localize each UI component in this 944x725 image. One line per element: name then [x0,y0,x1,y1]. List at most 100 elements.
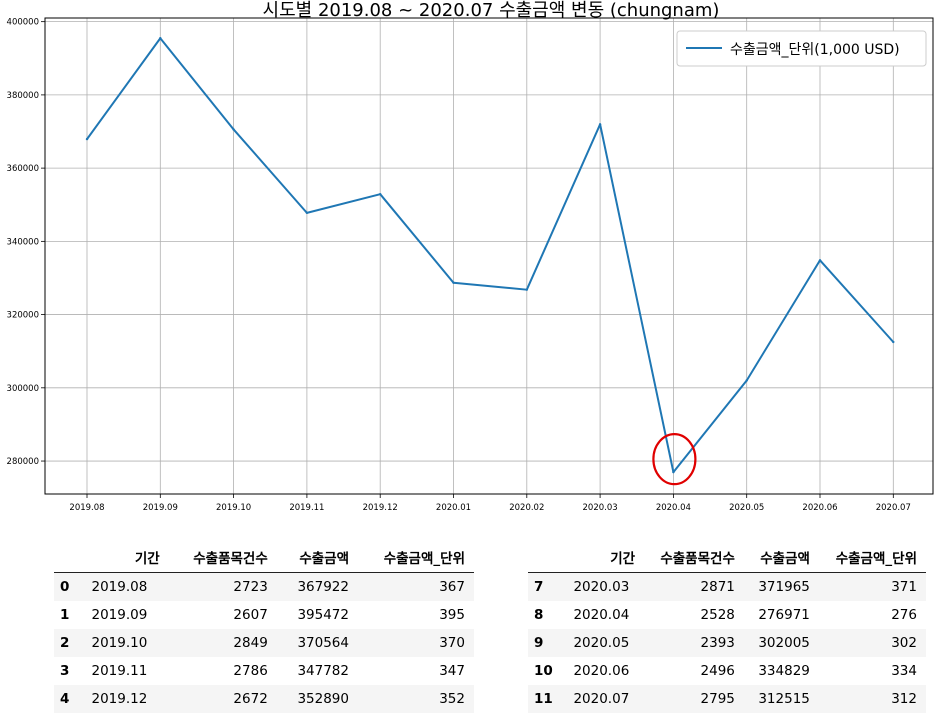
x-tick-label: 2019.08 [69,503,104,513]
table-row: 10 2020.06 2496 334829 334 [528,657,926,685]
table-cell: 370 [439,635,465,651]
table-cell: 302005 [758,635,810,651]
x-tick-label: 2020.01 [436,503,471,513]
table-cell: 2795 [700,691,735,707]
x-tick-label: 2020.03 [583,503,618,513]
y-tick-label: 280000 [7,457,39,467]
table-cell: 2528 [700,607,735,623]
table-cell: 2723 [233,579,268,595]
data-point [598,123,602,126]
data-point [525,288,528,291]
table-body: 7 2020.03 2871 371965 371 8 2020.04 2528 276971 2… [528,572,926,713]
table-cell: 2849 [233,635,268,651]
y-tick-label: 320000 [7,311,39,321]
table-row: 3 2019.11 2786 347782 347 [54,657,474,685]
table-cell: 347 [439,663,465,679]
table-cell: 2019.08 [91,579,148,595]
column-header: 수출금액 [276,542,358,573]
row-index: 9 [534,635,544,651]
x-tick-label: 2020.06 [802,503,837,513]
column-header [528,542,565,573]
table-row: 1 2019.09 2607 395472 395 [54,601,474,629]
table-cell: 312 [891,691,917,707]
table-cell: 2786 [233,663,268,679]
table-row: 9 2020.05 2393 302005 302 [528,629,926,657]
table-cell: 352890 [297,691,349,707]
table-row: 8 2020.04 2528 276971 276 [528,601,926,629]
table-cell: 370564 [297,635,349,651]
column-header: 기간 [564,542,645,573]
legend-label: 수출금액_단위(1,000 USD) [730,42,900,58]
table-header-row: 기간 수출품목건수 수출금액 수출금액_단위 [54,542,474,573]
table-cell: 2496 [700,663,735,679]
x-tick-label: 2019.12 [363,503,398,513]
data-point [892,340,895,344]
table-cell: 334 [891,663,917,679]
table-cell: 2019.12 [91,691,148,707]
data-point [85,137,89,141]
line-chart: 시도별 2019.08 ~ 2020.07 수출금액 변동 (chungnam)… [7,0,934,513]
row-index: 8 [534,607,544,623]
table-cell: 395 [439,607,465,623]
row-index: 0 [60,579,70,595]
table-cell: 302 [891,635,917,651]
table-row: 2 2019.10 2849 370564 370 [54,629,474,657]
x-tick-label: 2019.11 [289,503,324,513]
table-row: 4 2019.12 2672 352890 352 [54,685,474,713]
column-header [54,542,83,573]
column-header: 수출금액 [743,542,819,573]
data-table-right: 기간 수출품목건수 수출금액 수출금액_단위 7 2020.03 2871 37196… [528,542,926,713]
x-tick-label: 2019.09 [143,503,178,513]
x-tick-label: 2020.04 [656,503,691,513]
column-header: 기간 [82,542,169,573]
table-cell: 276971 [758,607,810,623]
table-cell: 371965 [758,579,810,595]
x-tick-label: 2020.02 [509,503,544,513]
row-index: 1 [60,607,70,623]
table-cell: 2020.06 [573,663,630,679]
data-point [379,192,382,196]
data-point [305,211,309,215]
row-index: 4 [60,691,70,707]
row-index: 10 [534,663,553,679]
x-tick-label: 2019.10 [216,503,251,513]
y-tick-label: 340000 [7,237,39,247]
table-cell: 2019.10 [91,635,148,651]
table-cell: 2019.11 [91,663,148,679]
row-index: 2 [60,635,70,651]
table-cell: 2020.07 [573,691,630,707]
table-cell: 334829 [758,663,810,679]
table-cell: 2393 [700,635,735,651]
data-point [672,470,675,474]
table-header-row: 기간 수출품목건수 수출금액 수출금액_단위 [528,542,926,573]
y-tick-label: 400000 [7,18,39,28]
y-tick-label: 380000 [7,91,39,101]
table-cell: 367922 [297,579,349,595]
table-cell: 2019.09 [91,607,148,623]
table-body: 0 2019.08 2723 367922 367 1 2019.09 2607 395472 3… [54,572,474,713]
data-table-left: 기간 수출품목건수 수출금액 수출금액_단위 0 2019.08 2723 36792… [54,542,474,713]
table-row: 0 2019.08 2723 367922 367 [54,572,474,601]
table-cell: 367 [439,579,465,595]
x-tick-label: 2020.05 [729,503,764,513]
y-tick-label: 360000 [7,164,39,174]
table-cell: 395472 [297,607,349,623]
data-point [159,37,162,40]
row-index: 11 [534,691,553,707]
table-cell: 2871 [700,579,735,595]
data-point [745,379,748,382]
series-line [86,37,895,474]
table-cell: 276 [891,607,917,623]
highlight-circle [652,433,697,486]
table-cell: 2020.03 [573,579,630,595]
column-header: 수출금액_단위 [818,542,926,573]
column-header: 수출품목건수 [644,542,744,573]
table-cell: 312515 [758,691,810,707]
row-index: 7 [534,579,544,595]
row-index: 3 [60,663,70,679]
table-cell: 2020.04 [573,607,630,623]
x-tick-label: 2020.07 [876,503,911,513]
table-row: 11 2020.07 2795 312515 312 [528,685,926,713]
column-header: 수출금액_단위 [358,542,474,573]
data-point [452,281,455,284]
